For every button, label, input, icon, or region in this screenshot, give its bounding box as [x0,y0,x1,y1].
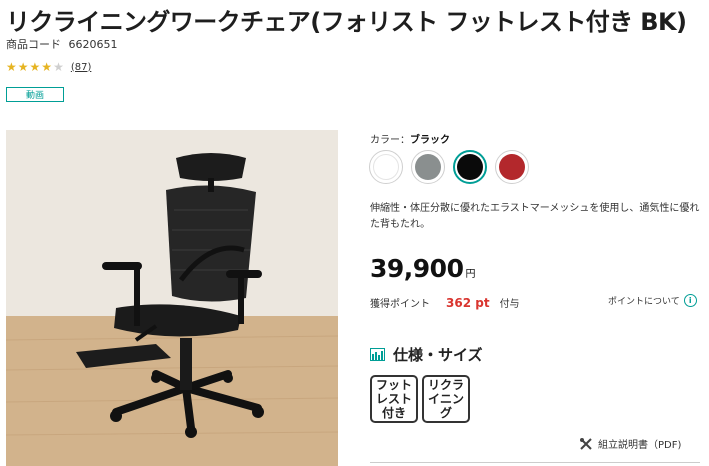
spec-title: 仕様・サイズ [393,346,483,364]
divider [370,462,700,463]
swatch-gray-dot [415,154,441,180]
points-value: 362 pt [446,295,490,310]
points-label: 獲得ポイント [370,299,430,310]
swatch-white[interactable] [369,150,403,184]
swatch-gray[interactable] [411,150,445,184]
assembly-manual-link[interactable]: 組立説明書（PDF) [579,436,681,451]
swatch-red[interactable] [495,150,529,184]
chair-photo [6,130,338,466]
star-icon: ★ [41,60,53,74]
tag-footrest: フットレスト付き [370,375,418,423]
product-title: リクライニングワークチェア(フォリスト フットレスト付き BK) [6,8,687,36]
points-about-label: ポイントについて [608,297,680,307]
assembly-manual-label: 組立説明書（PDF) [598,440,682,451]
color-label: カラー： [370,135,410,146]
swatch-black-dot [457,154,483,180]
product-code-label: 商品コード [6,38,61,51]
swatch-black[interactable] [453,150,487,184]
points-about-link[interactable]: ポイントについて i [608,294,697,307]
star-icon: ★ [29,60,41,74]
rating: ★ ★ ★ ★ ★ (87) [6,61,91,73]
star-icon: ★ [6,60,17,74]
color-swatches [369,150,529,184]
review-count-link[interactable]: (87) [71,62,92,73]
tools-icon [580,437,592,450]
ruler-icon [370,348,385,361]
points-row: 獲得ポイント 362 pt 付与 [370,295,520,311]
color-selection-label: カラー：ブラック [370,131,450,146]
swatch-red-dot [499,154,525,180]
video-button[interactable]: 動画 [6,87,64,102]
info-icon: i [683,294,697,307]
points-suffix: 付与 [499,299,520,310]
color-selected: ブラック [410,135,450,146]
price-value: 39,900 [370,254,464,283]
tag-reclining: リクライニング [422,375,470,423]
price-unit: 円 [465,269,476,280]
star-icon: ★ [53,60,64,74]
spec-heading: 仕様・サイズ [370,344,483,365]
product-code: 商品コード 6620651 [6,36,118,52]
product-code-value: 6620651 [68,38,118,51]
product-description: 伸縮性・体圧分散に優れたエラストマーメッシュを使用し、通気性に優れた背もたれ。 [370,203,700,230]
star-icon: ★ [17,60,29,74]
price: 39,900 円 [370,254,475,283]
spec-tags: フットレスト付き リクライニング [370,375,470,423]
swatch-white-dot [373,154,399,180]
product-image[interactable] [6,130,338,466]
